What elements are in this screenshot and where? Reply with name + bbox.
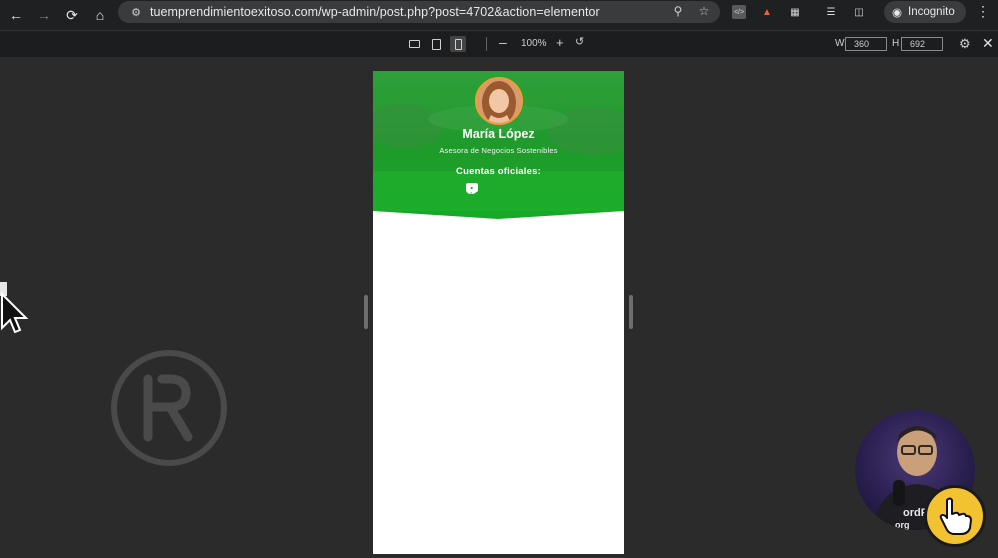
zoom-icon[interactable]: ⚲ [670,4,686,20]
mouse-cursor-icon [0,282,29,334]
instagram-icon[interactable] [466,183,532,195]
webcam-shirt-text-2: org [895,520,910,530]
profile-role: Asesora de Negocios Sostenibles [439,146,558,155]
height-label: H [892,38,900,49]
social-links [466,183,532,195]
site-settings-icon[interactable]: ⚙ [126,6,146,19]
incognito-label: Incognito [908,6,955,18]
mobile-icon[interactable] [450,36,466,52]
width-label: W [835,38,845,49]
address-url[interactable]: tuemprendimientoexitoso.com/wp-admin/pos… [150,5,600,19]
editor-canvas: María López Asesora de Negocios Sostenib… [0,57,998,558]
settings-gear-icon[interactable]: ⚙ [959,36,971,52]
browser-toolbar: ← → ⟳ ⌂ ⚙ tuemprendimientoexitoso.com/wp… [0,0,998,30]
desktop-icon[interactable] [406,36,422,52]
height-input[interactable]: 692 [901,37,943,51]
extensions-area: </> ▲ ▦ ☰ ◫ [732,3,866,21]
home-icon[interactable]: ⌂ [88,3,112,27]
reset-zoom-icon[interactable]: ↺ [575,35,584,48]
reload-icon[interactable]: ⟳ [60,3,84,27]
pointer-hand-icon [924,485,986,547]
zoom-in-icon[interactable]: + [556,35,564,50]
mobile-preview[interactable]: María López Asesora de Negocios Sostenib… [373,71,624,554]
device-switcher [406,36,466,52]
zoom-level: 100% [521,38,547,49]
width-input[interactable]: 360 [845,37,887,51]
puzzle-icon[interactable]: ▦ [788,5,802,19]
accounts-heading: Cuentas oficiales: [456,166,541,177]
close-icon[interactable]: ✕ [982,35,994,52]
incognito-icon: ◉ [892,7,903,19]
tablet-icon[interactable] [428,36,444,52]
code-extension-icon[interactable]: </> [732,5,746,19]
youtube-icon[interactable] [466,183,505,195]
fox-extension-icon[interactable]: ▲ [760,5,774,19]
reading-list-icon[interactable]: ☰ [824,5,838,19]
resize-handle-left[interactable] [364,295,368,329]
bookmark-star-icon[interactable]: ☆ [696,4,712,20]
address-bar[interactable]: ⚙ tuemprendimientoexitoso.com/wp-admin/p… [118,1,720,23]
profile-name: María López [462,127,535,141]
side-panel-icon[interactable]: ◫ [852,5,866,19]
toolbar-divider [486,37,487,51]
incognito-badge[interactable]: ◉ Incognito [884,1,966,23]
back-arrow-icon[interactable]: ← [4,3,28,27]
more-menu-icon[interactable]: ⋮ [976,3,990,19]
profile-hero: María López Asesora de Negocios Sostenib… [373,71,624,221]
forward-arrow-icon[interactable]: → [32,3,56,27]
resize-handle-right[interactable] [629,295,633,329]
responsive-toolbar: – 100% + ↺ W 360 H 692 ⚙ ✕ [0,30,998,57]
profile-avatar [475,77,523,125]
zoom-out-icon[interactable]: – [499,34,507,50]
brand-logo-watermark [111,350,227,466]
